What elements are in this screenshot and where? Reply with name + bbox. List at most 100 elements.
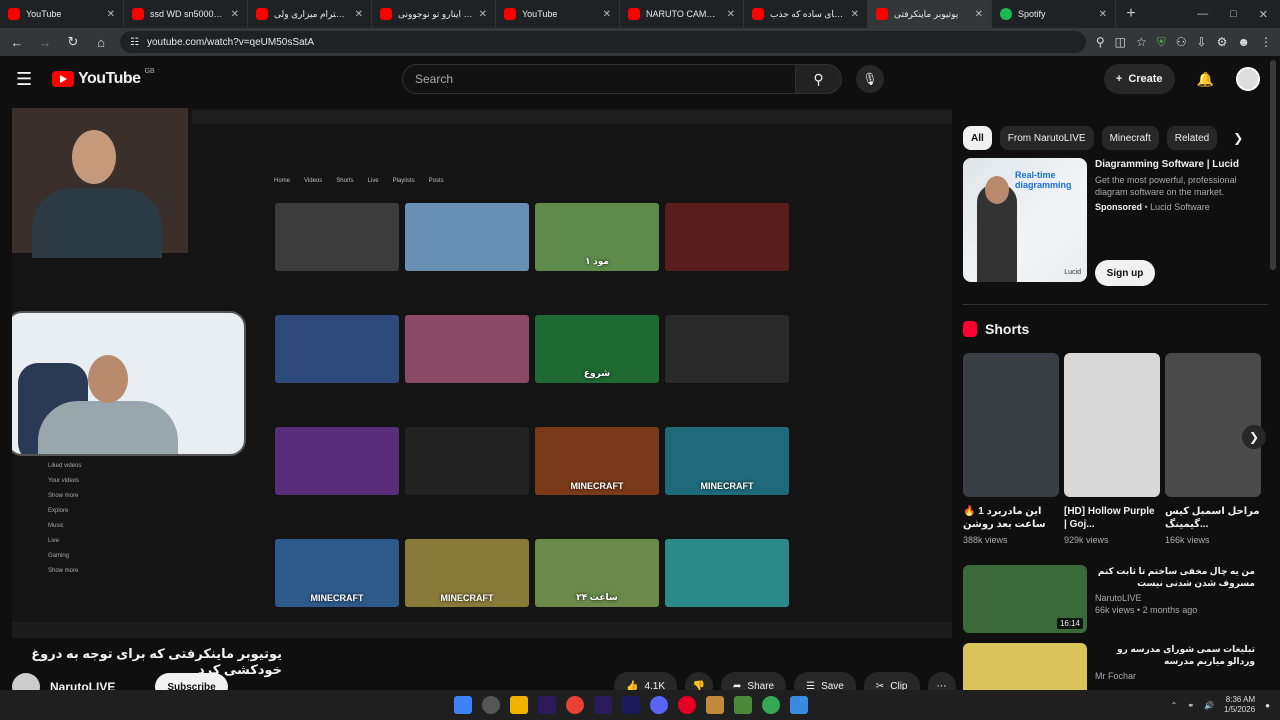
maximize-icon[interactable]: □ (1230, 8, 1237, 21)
recommended-channel[interactable]: Mr Fochar (1095, 671, 1255, 681)
short-title[interactable]: مراحل اسمبل کیس گیمینگ... (1165, 505, 1261, 531)
shield-icon[interactable]: ⛨ (1157, 35, 1166, 50)
recommended-title[interactable]: من یه چال مخفی ساختم تا ثابت کنم مسروف ش… (1095, 565, 1255, 589)
voice-search-button[interactable]: 🎙 (856, 65, 884, 93)
site-info-icon[interactable]: ☷ (130, 37, 139, 48)
chevron-right-icon[interactable]: ❯ (1233, 131, 1243, 145)
short-title[interactable]: [HD] Hollow Purple | Goj... (1064, 505, 1160, 531)
short-thumbnail[interactable] (1165, 353, 1261, 497)
game-icon[interactable] (706, 696, 724, 714)
browser-tab-title: یوتیوبر ماینکرفتی (894, 8, 959, 19)
window-controls: — □ ✕ (1197, 8, 1280, 21)
new-tab-button[interactable]: + (1116, 5, 1146, 23)
close-window-icon[interactable]: ✕ (1259, 8, 1268, 21)
downloads-icon[interactable]: ⇩ (1197, 35, 1207, 50)
short-views: 166k views (1165, 535, 1210, 545)
clock-date: 1/5/2026 (1224, 705, 1256, 714)
recommended-video[interactable]: 16:14 من یه چال مخفی ساختم تا ثابت کنم مس… (963, 565, 1268, 633)
account-avatar[interactable] (1236, 67, 1260, 91)
volume-icon[interactable]: 🔊 (1204, 701, 1214, 710)
file-explorer-icon[interactable] (510, 696, 528, 714)
tab-close-icon[interactable]: ✕ (975, 9, 983, 20)
search-bar: Search ⚲ 🎙 (402, 64, 884, 94)
translate-icon[interactable]: ⚙ (1217, 35, 1228, 50)
tab-close-icon[interactable]: ✕ (231, 9, 239, 20)
youtube-header: ☰ YouTube GB Search ⚲ 🎙 + Create 🔔 (0, 56, 1280, 102)
tab-close-icon[interactable]: ✕ (479, 9, 487, 20)
media-encoder-icon[interactable] (622, 696, 640, 714)
browser-tab[interactable]: کاش اینارو تو نوجوونی ✕ (372, 0, 496, 28)
browser-tab[interactable]: Spotify ✕ (992, 0, 1116, 28)
search-button[interactable]: ⚲ (796, 64, 842, 94)
install-icon[interactable]: ◫ (1115, 35, 1126, 50)
recorded-video-thumbnail (405, 427, 529, 495)
minimize-icon[interactable]: — (1197, 8, 1208, 21)
wifi-icon[interactable]: ⚭ (1187, 701, 1194, 710)
short-thumbnail[interactable] (963, 353, 1059, 497)
minecraft-icon[interactable] (734, 696, 752, 714)
short-thumbnail[interactable] (1064, 353, 1160, 497)
browser-tab[interactable]: ssd WD sn5000 😅 I ✕ (124, 0, 248, 28)
tab-close-icon[interactable]: ✕ (355, 9, 363, 20)
page-scrollbar[interactable] (1270, 60, 1276, 270)
browser-tab[interactable]: تمرینای ساده که جذب ✕ (744, 0, 868, 28)
shorts-icon (963, 321, 977, 337)
chrome-icon[interactable] (566, 696, 584, 714)
chrome-alt-icon[interactable] (762, 696, 780, 714)
tab-close-icon[interactable]: ✕ (107, 9, 115, 20)
tab-close-icon[interactable]: ✕ (727, 9, 735, 20)
discord-icon[interactable] (650, 696, 668, 714)
filter-chip[interactable]: All (963, 126, 992, 150)
back-icon[interactable]: ← (8, 35, 26, 50)
browser-tab[interactable]: یوتیوبر ماینکرفتی ✕ (868, 0, 992, 28)
notifications-bell-icon[interactable]: 🔔 (1197, 71, 1214, 88)
filter-chip[interactable]: Minecraft (1101, 126, 1159, 150)
browser-tab[interactable]: YouTube ✕ (496, 0, 620, 28)
profile-icon[interactable]: ☻ (1237, 35, 1250, 50)
video-player[interactable]: Home Videos Shorts Live Playlists Posts ۱ مود… (12, 108, 952, 638)
notification-icon[interactable]: ● (1265, 701, 1270, 710)
youtube-logo[interactable]: YouTube GB (52, 68, 155, 88)
filter-chip[interactable]: From NarutoLIVE (999, 126, 1094, 150)
recommended-channel[interactable]: NarutoLIVE (1095, 593, 1255, 603)
recommended-info: من یه چال مخفی ساختم تا ثابت کنم مسروف ش… (1095, 565, 1255, 633)
hamburger-menu-icon[interactable]: ☰ (16, 69, 38, 90)
forward-icon[interactable]: → (36, 35, 54, 50)
reload-icon[interactable]: ↻ (64, 34, 82, 50)
tab-close-icon[interactable]: ✕ (1099, 9, 1107, 20)
photos-icon[interactable] (790, 696, 808, 714)
bookmark-star-icon[interactable]: ☆ (1136, 35, 1147, 50)
ad-person-face (985, 176, 1009, 204)
tab-close-icon[interactable]: ✕ (603, 9, 611, 20)
pinterest-icon[interactable] (678, 696, 696, 714)
recommended-thumbnail[interactable]: 16:14 (963, 565, 1087, 633)
clock[interactable]: 8:36 AM 1/5/2026 (1224, 695, 1255, 715)
menu-dots-icon[interactable]: ⋮ (1260, 35, 1272, 50)
short-item[interactable]: مراحل اسمبل کیس گیمینگ... 166k views (1165, 353, 1261, 545)
ad-title[interactable]: Diagramming Software | Lucid (1095, 158, 1255, 171)
search-input[interactable]: Search (402, 64, 796, 94)
ad-signup-button[interactable]: Sign up (1095, 260, 1155, 286)
short-item[interactable]: این مادربرد 1 🔥 ساعت بعد روشن 388k views (963, 353, 1059, 545)
shorts-next-button[interactable]: ❯ (1242, 425, 1266, 449)
browser-tab[interactable]: YouTube ✕ (0, 0, 124, 28)
tab-close-icon[interactable]: ✕ (851, 9, 859, 20)
browser-tab[interactable]: اگر احترام میزاری ولی ✕ (248, 0, 372, 28)
search-taskbar-icon[interactable] (482, 696, 500, 714)
webcam-overlay-top (12, 108, 188, 258)
zoom-icon[interactable]: ⚲ (1096, 35, 1105, 50)
extensions-icon[interactable]: ⚇ (1176, 35, 1187, 50)
after-effects-icon[interactable] (594, 696, 612, 714)
home-icon[interactable]: ⌂ (92, 35, 110, 50)
start-icon[interactable] (454, 696, 472, 714)
filter-chip[interactable]: Related (1166, 126, 1218, 150)
short-title[interactable]: این مادربرد 1 🔥 ساعت بعد روشن (963, 505, 1059, 531)
create-button[interactable]: + Create (1103, 64, 1175, 94)
tray-chevron-icon[interactable]: ⌃ (1171, 701, 1178, 710)
short-item[interactable]: [HD] Hollow Purple | Goj... 929k views (1064, 353, 1160, 545)
browser-tab[interactable]: NARUTO CAME TO T ✕ (620, 0, 744, 28)
address-bar[interactable]: ☷ youtube.com/watch?v=qeUM50sSatA (120, 31, 1086, 53)
recommended-title[interactable]: تبلیغات سمی شورای مدرسه رو وردالو میاریم… (1095, 643, 1255, 667)
premiere-icon[interactable] (538, 696, 556, 714)
ad-thumbnail[interactable]: Real-time diagramming Lucid (963, 158, 1087, 282)
